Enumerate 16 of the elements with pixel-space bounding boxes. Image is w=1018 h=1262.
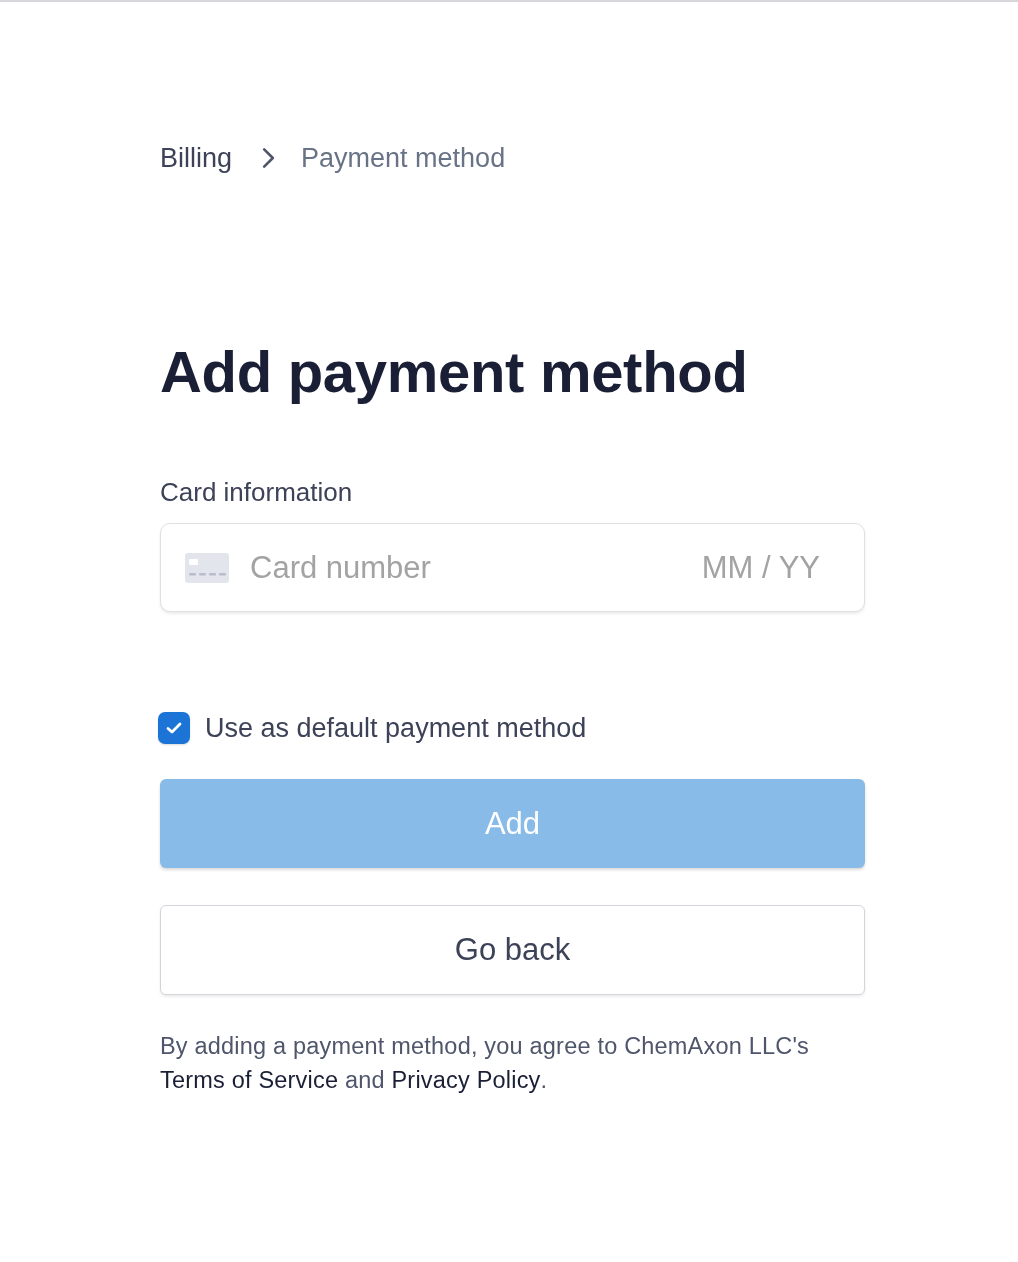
field-label: Card information [160, 476, 354, 509]
chevron-right-icon [262, 147, 276, 169]
expiry-input[interactable]: MM / YY [698, 547, 820, 588]
page-title: Add payment method [160, 338, 749, 406]
breadcrumb-link[interactable]: Billing [160, 138, 233, 178]
back-button[interactable]: Go back [160, 905, 865, 995]
checkbox-label[interactable]: Use as default payment method [205, 711, 587, 745]
terms-link[interactable]: Privacy Policy [391, 1067, 541, 1093]
terms-link[interactable]: Terms of Service [160, 1067, 339, 1093]
card-number-input[interactable]: Card number [250, 547, 698, 588]
check-icon [166, 722, 182, 734]
breadcrumb-current: Payment method [301, 142, 506, 175]
terms-text: By adding a payment method, you agree to ChemAxon LLC's Terms of Service and Privacy Policy. [160, 1032, 811, 1095]
checkbox[interactable] [158, 712, 190, 744]
credit-card-icon [185, 552, 229, 583]
card-field[interactable]: Card number MM / YY [160, 523, 865, 612]
